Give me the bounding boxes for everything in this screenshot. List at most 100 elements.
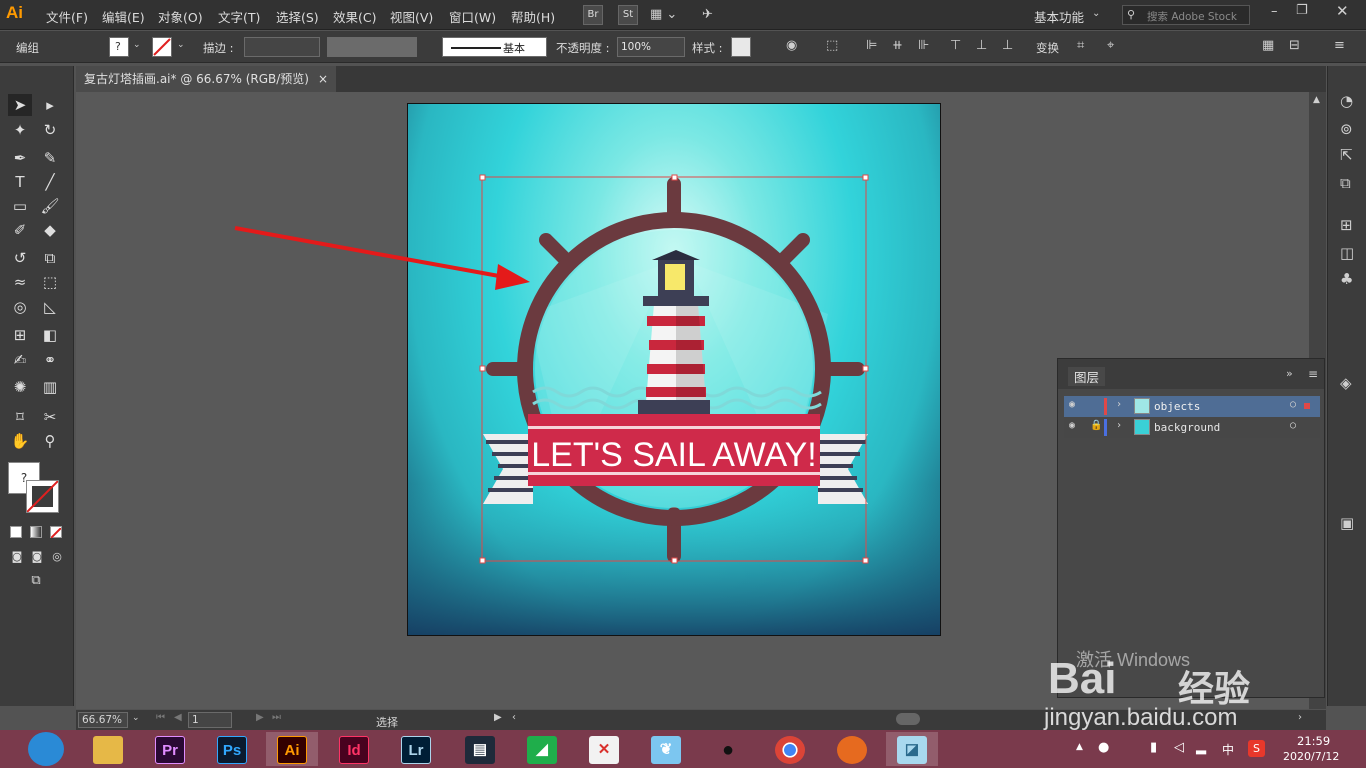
restore-icon[interactable]: ❐: [1296, 4, 1308, 17]
stock-button[interactable]: St: [618, 5, 638, 25]
variable-width-profile[interactable]: [327, 37, 417, 57]
taskbar-notes[interactable]: ◪: [886, 732, 938, 766]
shaper-tool-icon[interactable]: ✐: [8, 219, 32, 241]
menu-select[interactable]: 选择(S): [276, 7, 319, 26]
layer-name[interactable]: background: [1154, 421, 1220, 434]
gpu-performance-icon[interactable]: ✈: [702, 8, 713, 21]
visibility-eye-icon[interactable]: ◉: [1069, 421, 1075, 431]
align-center-icon[interactable]: ⧺: [892, 39, 903, 52]
close-icon[interactable]: ✕: [1336, 4, 1349, 19]
chevron-down-icon[interactable]: ⌄: [133, 41, 141, 50]
export-icon[interactable]: ⇱: [1340, 148, 1353, 163]
gradient-mode-icon[interactable]: [30, 526, 42, 538]
menu-file[interactable]: 文件(F): [46, 7, 88, 26]
artboard[interactable]: LET'S SAIL AWAY!: [407, 103, 941, 636]
layers-tab[interactable]: 图层: [1068, 367, 1106, 386]
warp-tool-icon[interactable]: ≈: [8, 271, 32, 293]
draw-inside-icon[interactable]: ◎: [45, 546, 69, 568]
tray-expand-icon[interactable]: ▲: [1076, 743, 1083, 752]
menu-view[interactable]: 视图(V): [390, 7, 433, 26]
expand-arrow-icon[interactable]: ›: [1116, 400, 1122, 410]
align-panel-icon[interactable]: ⊞: [1340, 218, 1353, 233]
control-menu-icon[interactable]: ≡: [1334, 39, 1345, 52]
brush-definition[interactable]: 基本: [442, 37, 547, 57]
bridge-button[interactable]: Br: [583, 5, 603, 25]
type-tool-icon[interactable]: T: [8, 171, 32, 193]
document-tab[interactable]: 复古灯塔插画.ai* @ 66.67% (RGB/预览) ×: [76, 66, 336, 92]
start-button[interactable]: [28, 732, 64, 766]
target-circle-icon[interactable]: ○: [1290, 400, 1296, 410]
taskbar-indesign[interactable]: Id: [328, 732, 380, 766]
arrange-documents-icon[interactable]: ▦ ⌄: [650, 8, 677, 21]
line-tool-icon[interactable]: ╱: [38, 171, 62, 193]
battery-icon[interactable]: ▮: [1150, 741, 1157, 754]
first-page-icon[interactable]: ⏮: [156, 713, 165, 723]
status-menu-icon[interactable]: ▶: [494, 713, 502, 723]
scale-tool-icon[interactable]: ⧉: [38, 247, 62, 269]
symbols-icon[interactable]: ♣: [1340, 272, 1353, 287]
volume-icon[interactable]: ◁: [1174, 741, 1184, 754]
color-mode-icon[interactable]: [10, 526, 22, 538]
arrange-icon[interactable]: ▦: [1262, 39, 1274, 52]
stroke-swatch[interactable]: [152, 37, 172, 57]
free-transform-tool-icon[interactable]: ⬚: [38, 271, 62, 293]
horizontal-scroll-thumb[interactable]: [896, 713, 920, 725]
taskbar-photoshop[interactable]: Ps: [206, 732, 258, 766]
layer-row-background[interactable]: ◉ 🔒 › background ○: [1064, 417, 1320, 438]
curvature-tool-icon[interactable]: ✎: [38, 147, 62, 169]
lock-icon[interactable]: 🔒: [1090, 421, 1102, 431]
taskbar-bird-app[interactable]: ❦: [640, 732, 692, 766]
align-middle-icon[interactable]: ⊥: [976, 39, 987, 52]
scroll-right-icon[interactable]: ›: [1298, 713, 1302, 723]
shape-builder-tool-icon[interactable]: ◎: [8, 296, 32, 318]
taskbar-firefox-app[interactable]: [826, 732, 878, 766]
mesh-tool-icon[interactable]: ⊞: [8, 324, 32, 346]
graph-tool-icon[interactable]: ▥: [38, 376, 62, 398]
chevron-down-icon[interactable]: ⌄: [177, 41, 185, 50]
prev-page-icon[interactable]: ◀: [174, 713, 182, 723]
taskbar-green-app[interactable]: ◢: [516, 732, 568, 766]
clock-date[interactable]: 2020/7/12: [1283, 750, 1339, 763]
taskbar-video-app[interactable]: ▤: [454, 732, 506, 766]
align-right-icon[interactable]: ⊪: [918, 39, 929, 52]
taskbar-illustrator[interactable]: Ai: [266, 732, 318, 766]
last-page-icon[interactable]: ⏭: [272, 713, 281, 723]
rectangle-tool-icon[interactable]: ▭: [8, 195, 32, 217]
layer-name[interactable]: objects: [1154, 400, 1200, 413]
align-top-icon[interactable]: ⊤: [950, 39, 961, 52]
artboard-tool-icon[interactable]: ⌑: [8, 406, 32, 428]
eraser-tool-icon[interactable]: ◆: [38, 219, 62, 241]
menu-edit[interactable]: 编辑(E): [102, 7, 145, 26]
stroke-weight-input[interactable]: [244, 37, 320, 57]
symbol-sprayer-tool-icon[interactable]: ✺: [8, 376, 32, 398]
appearance-icon[interactable]: ⊚: [1340, 122, 1353, 137]
menu-type[interactable]: 文字(T): [218, 7, 260, 26]
ime-indicator[interactable]: 中: [1222, 741, 1234, 758]
eyedropper-tool-icon[interactable]: ✍: [8, 349, 32, 371]
stock-search-input[interactable]: ⚲ 搜索 Adobe Stock: [1122, 5, 1250, 25]
selection-tool-icon[interactable]: ➤: [8, 94, 32, 116]
target-circle-icon[interactable]: ○: [1290, 421, 1296, 431]
none-mode-icon[interactable]: [50, 526, 62, 539]
color-guide-icon[interactable]: ◔: [1340, 94, 1353, 109]
hand-tool-icon[interactable]: ✋: [8, 430, 32, 452]
graphic-style-swatch[interactable]: [731, 37, 751, 57]
menu-object[interactable]: 对象(O): [158, 7, 203, 26]
taskbar-premiere[interactable]: Pr: [144, 732, 196, 766]
taskbar-explorer[interactable]: [82, 732, 134, 766]
gradient-tool-icon[interactable]: ◧: [38, 324, 62, 346]
chevron-down-icon[interactable]: ⌄: [132, 714, 140, 723]
transform-link[interactable]: 变换: [1036, 40, 1059, 56]
zoom-field[interactable]: 66.67%: [78, 712, 128, 728]
transform-options-icon[interactable]: ⌖: [1107, 39, 1114, 52]
menu-help[interactable]: 帮助(H): [511, 7, 555, 26]
taskbar-chrome[interactable]: [764, 732, 816, 766]
align-to-icon[interactable]: ⬚: [826, 39, 838, 52]
layer-row-objects[interactable]: ◉ › objects ○: [1064, 396, 1320, 417]
asset-export-icon[interactable]: ⧉: [1340, 176, 1351, 191]
scroll-left-icon[interactable]: ‹: [512, 713, 516, 723]
blend-tool-icon[interactable]: ⚭: [38, 349, 62, 371]
menu-effect[interactable]: 效果(C): [333, 7, 376, 26]
paintbrush-tool-icon[interactable]: 🖌: [38, 195, 62, 217]
taskbar-xmind[interactable]: ✕: [578, 732, 630, 766]
